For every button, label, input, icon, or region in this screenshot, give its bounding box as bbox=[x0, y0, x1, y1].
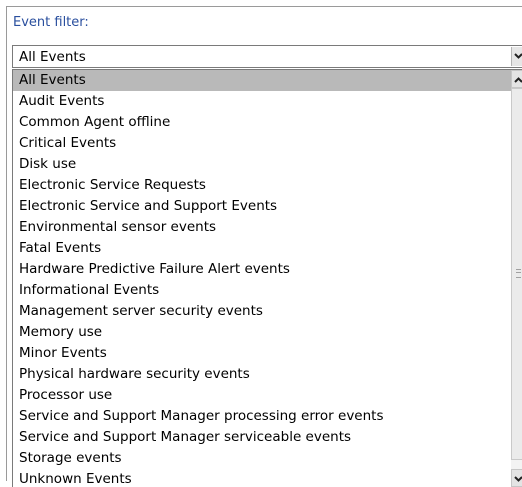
vertical-scrollbar[interactable] bbox=[511, 70, 522, 487]
list-item[interactable]: Management server security events bbox=[13, 301, 522, 322]
chevron-down-icon bbox=[514, 53, 522, 59]
list-item[interactable]: Common Agent offline bbox=[13, 112, 522, 133]
list-item[interactable]: Critical Events bbox=[13, 133, 522, 154]
scroll-up-button[interactable] bbox=[511, 70, 522, 88]
list-item[interactable]: Disk use bbox=[13, 154, 522, 175]
list-item[interactable]: Service and Support Manager serviceable … bbox=[13, 427, 522, 448]
scroll-thumb[interactable] bbox=[511, 88, 522, 460]
list-item[interactable]: Environmental sensor events bbox=[13, 217, 522, 238]
list-item[interactable]: Memory use bbox=[13, 322, 522, 343]
chevron-up-icon bbox=[514, 77, 522, 83]
list-item[interactable]: Storage events bbox=[13, 448, 522, 469]
list-item[interactable]: Minor Events bbox=[13, 343, 522, 364]
list-item[interactable]: Audit Events bbox=[13, 91, 522, 112]
list-item[interactable]: Hardware Predictive Failure Alert events bbox=[13, 259, 522, 280]
list-item[interactable]: Fatal Events bbox=[13, 238, 522, 259]
list-item[interactable]: Informational Events bbox=[13, 280, 522, 301]
options-container: All Events Audit Events Common Agent offli… bbox=[13, 70, 522, 487]
list-item[interactable]: Service and Support Manager processing e… bbox=[13, 406, 522, 427]
list-item[interactable]: All Events bbox=[13, 70, 522, 91]
list-item[interactable]: Physical hardware security events bbox=[13, 364, 522, 385]
event-filter-panel: Event filter: All Events All Events Audit… bbox=[6, 6, 522, 487]
event-filter-label: Event filter: bbox=[13, 15, 89, 30]
event-filter-select[interactable]: All Events bbox=[12, 45, 522, 68]
chevron-down-icon bbox=[514, 476, 522, 482]
list-item[interactable]: Electronic Service and Support Events bbox=[13, 196, 522, 217]
list-item[interactable]: Processor use bbox=[13, 385, 522, 406]
list-item[interactable]: Electronic Service Requests bbox=[13, 175, 522, 196]
scroll-down-button[interactable] bbox=[511, 469, 522, 487]
list-item[interactable]: Unknown Events bbox=[13, 469, 522, 487]
event-filter-options-list[interactable]: All Events Audit Events Common Agent offli… bbox=[12, 69, 522, 487]
event-filter-selected-value: All Events bbox=[19, 49, 86, 65]
dropdown-button[interactable] bbox=[511, 47, 522, 66]
scroll-grip-icon bbox=[516, 269, 521, 278]
